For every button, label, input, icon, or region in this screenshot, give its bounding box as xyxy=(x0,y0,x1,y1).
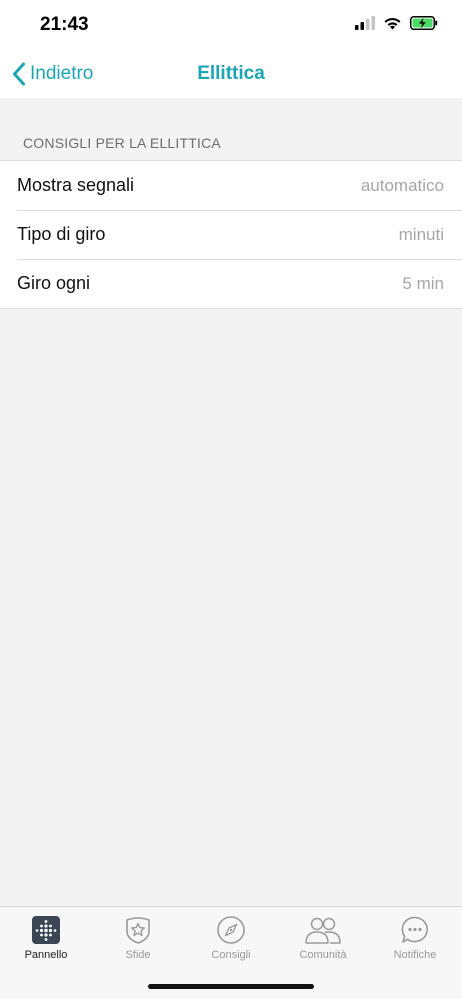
status-bar: 21:43 xyxy=(0,0,462,50)
tab-label: Consigli xyxy=(211,949,251,961)
tab-comunita[interactable]: Comunità xyxy=(277,907,369,967)
setting-value: automatico xyxy=(360,175,444,195)
setting-show-signals[interactable]: Mostra segnali automatico xyxy=(0,161,462,210)
status-time: 21:43 xyxy=(40,14,89,35)
cellular-signal-icon xyxy=(355,16,375,30)
setting-label: Tipo di giro xyxy=(17,224,106,244)
chat-bubble-icon xyxy=(401,916,428,943)
tab-label: Comunità xyxy=(299,949,347,961)
setting-label: Giro ogni xyxy=(17,273,91,293)
compass-icon xyxy=(217,916,245,944)
tab-label: Pannello xyxy=(24,949,68,961)
tab-pannello[interactable]: Pannello xyxy=(0,907,92,967)
tab-notifiche[interactable]: Notifiche xyxy=(369,907,461,967)
setting-label: Mostra segnali xyxy=(17,175,135,195)
status-icons xyxy=(355,16,438,30)
dashboard-grid-icon xyxy=(32,916,60,944)
setting-value: minuti xyxy=(398,224,444,244)
navigation-bar: Indietro Ellittica xyxy=(0,50,462,98)
tab-label: Notifiche xyxy=(393,949,437,961)
battery-charging-icon xyxy=(410,16,438,30)
star-badge-icon xyxy=(126,917,150,944)
tab-sfide[interactable]: Sfide xyxy=(92,907,184,967)
people-icon xyxy=(305,917,341,944)
setting-value: 5 min xyxy=(402,273,444,293)
tab-label: Sfide xyxy=(125,949,151,961)
section-header: CONSIGLI PER LA ELLITTICA xyxy=(23,135,221,151)
wifi-icon xyxy=(384,17,401,30)
setting-lap-every[interactable]: Giro ogni 5 min xyxy=(0,259,462,308)
tab-consigli[interactable]: Consigli xyxy=(185,907,277,967)
settings-list: Mostra segnali automatico Tipo di giro m… xyxy=(0,160,462,309)
setting-lap-type[interactable]: Tipo di giro minuti xyxy=(0,210,462,259)
page-title: Ellittica xyxy=(197,63,265,84)
home-indicator xyxy=(148,984,314,989)
